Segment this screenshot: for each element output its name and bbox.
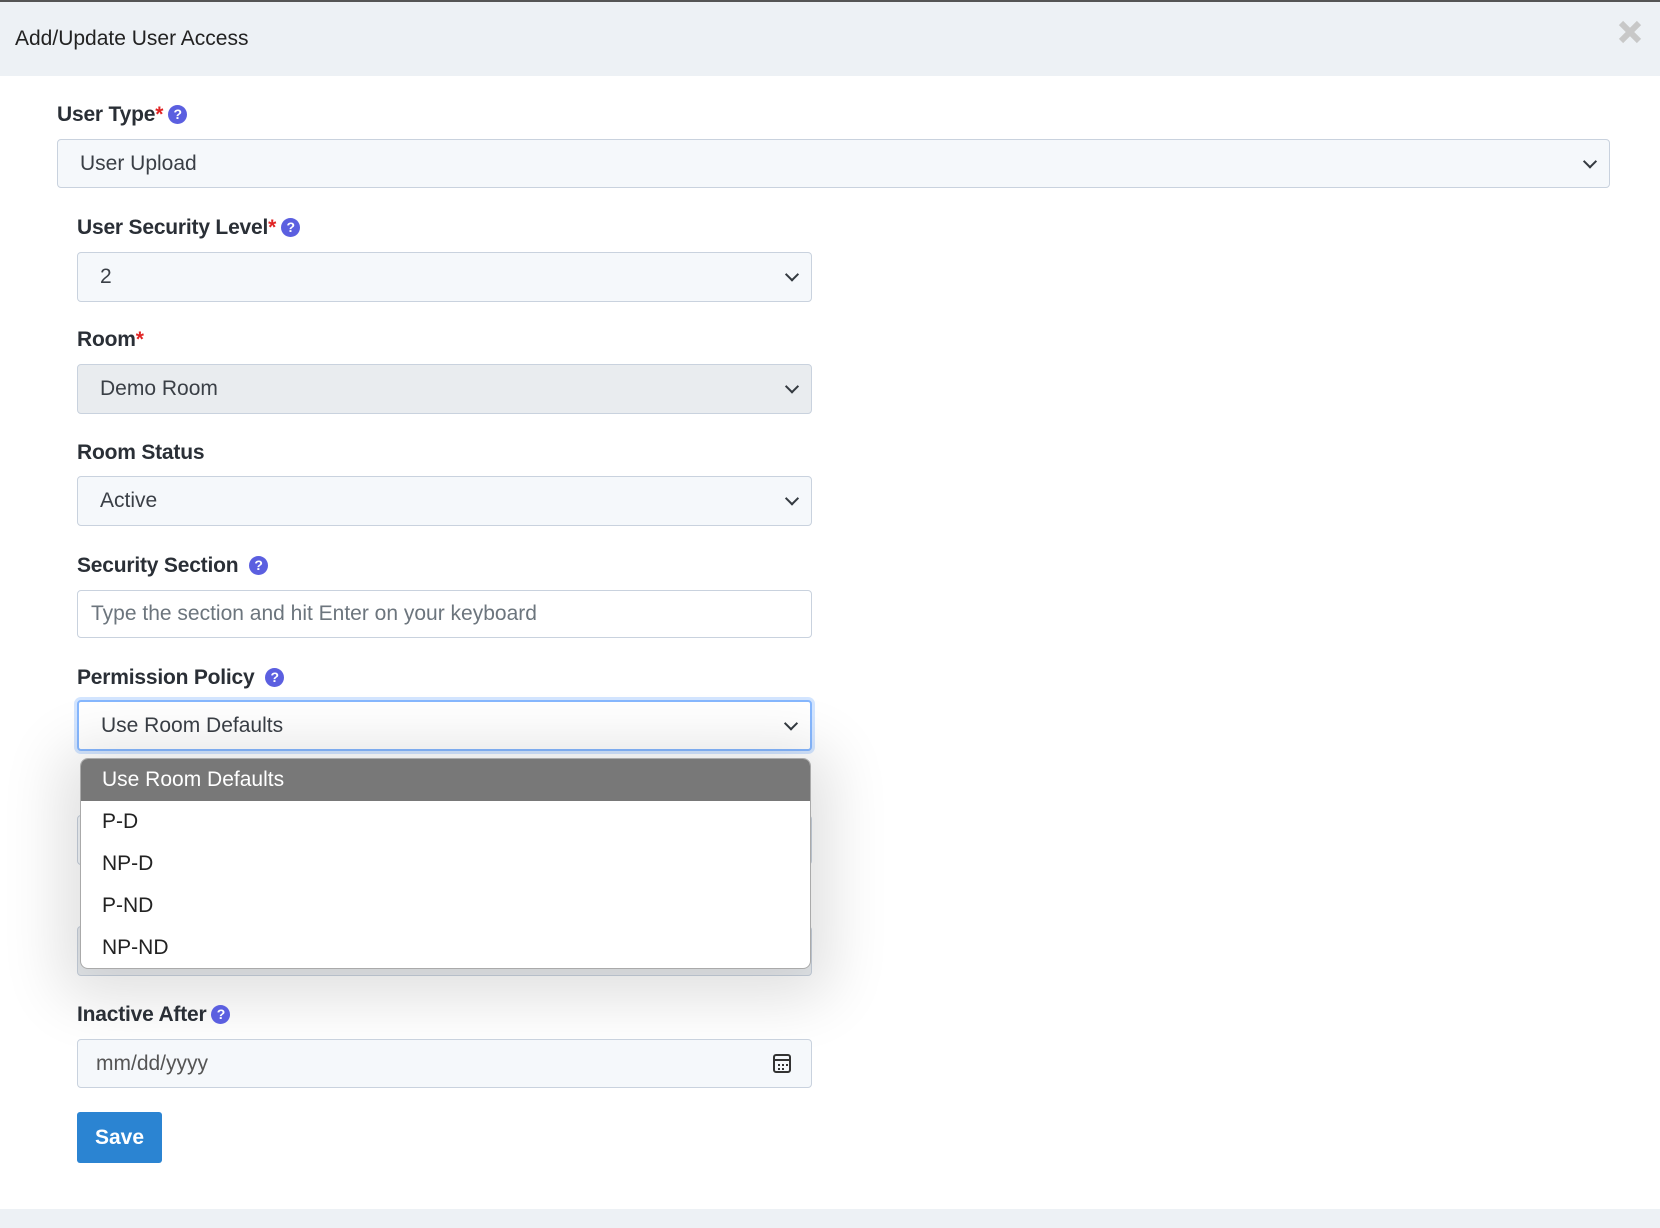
chevron-down-icon <box>784 267 800 282</box>
save-button[interactable]: Save <box>77 1112 162 1163</box>
option-p-nd[interactable]: P-ND <box>81 885 810 927</box>
chevron-down-icon <box>784 379 800 394</box>
option-use-room-defaults[interactable]: Use Room Defaults <box>81 759 810 801</box>
calendar-icon[interactable] <box>773 1054 791 1073</box>
help-icon[interactable]: ? <box>211 1005 231 1024</box>
permission-policy-select[interactable]: Use Room Defaults <box>77 700 812 751</box>
security-section-label: Security Section ? <box>77 554 268 578</box>
inactive-after-label: Inactive After? <box>77 1003 231 1027</box>
security-level-label: User Security Level*? <box>77 216 301 240</box>
help-icon[interactable]: ? <box>265 668 285 687</box>
help-icon[interactable]: ? <box>249 556 268 575</box>
permission-policy-label: Permission Policy ? <box>77 666 285 690</box>
room-label: Room* <box>77 328 144 351</box>
option-p-d[interactable]: P-D <box>81 801 810 843</box>
close-icon[interactable] <box>1614 16 1646 48</box>
dialog-title: Add/Update User Access <box>15 27 249 50</box>
user-type-select[interactable]: User Upload <box>57 139 1610 188</box>
room-status-label: Room Status <box>77 441 205 464</box>
option-np-nd[interactable]: NP-ND <box>81 927 810 968</box>
permission-policy-dropdown: Use Room Defaults P-D NP-D P-ND NP-ND <box>80 758 811 969</box>
dialog-footer <box>0 1209 1660 1228</box>
help-icon[interactable]: ? <box>168 105 188 124</box>
security-level-select[interactable]: 2 <box>77 252 812 302</box>
room-select[interactable]: Demo Room <box>77 364 812 414</box>
security-section-input[interactable]: Type the section and hit Enter on your k… <box>77 590 812 638</box>
option-np-d[interactable]: NP-D <box>81 843 810 885</box>
inactive-after-date-input[interactable]: mm/dd/yyyy <box>77 1039 812 1088</box>
dialog-header: Add/Update User Access <box>0 2 1660 76</box>
help-icon[interactable]: ? <box>281 218 301 237</box>
chevron-down-icon <box>784 491 800 506</box>
chevron-down-icon <box>783 715 799 731</box>
user-type-label: User Type*? <box>57 103 188 127</box>
chevron-down-icon <box>1582 153 1598 169</box>
room-status-select[interactable]: Active <box>77 476 812 526</box>
